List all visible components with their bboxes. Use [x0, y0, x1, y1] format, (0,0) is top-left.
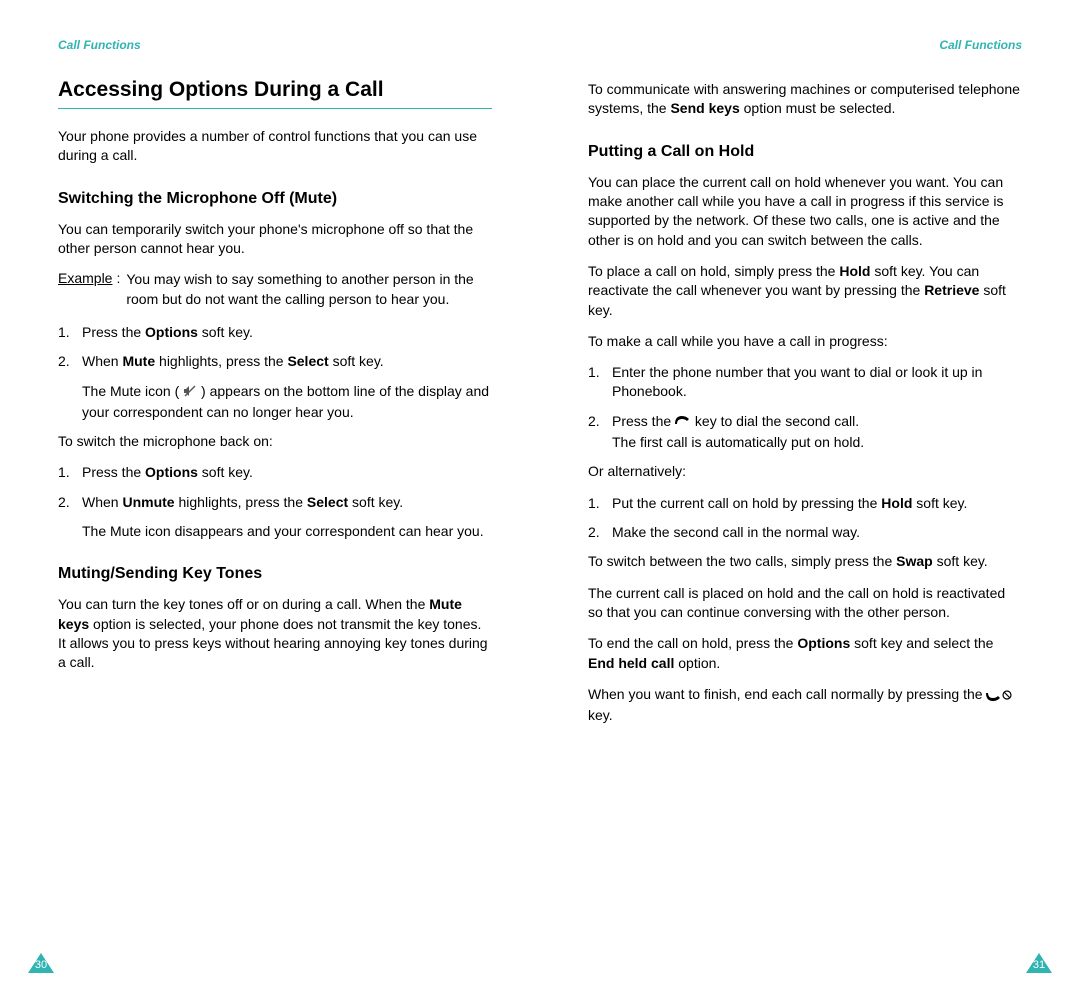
- intro-text: Your phone provides a number of control …: [58, 127, 492, 166]
- swap-result: The current call is placed on hold and t…: [588, 584, 1022, 623]
- list-item: Press the Options soft key.: [58, 463, 492, 482]
- example-text: You may wish to say something to another…: [126, 270, 492, 309]
- page-left: Call Functions Accessing Options During …: [0, 0, 540, 991]
- end-all-instruction: When you want to finish, end each call n…: [588, 685, 1022, 726]
- alternative-label: Or alternatively:: [588, 462, 1022, 481]
- list-item: Press the Options soft key.: [58, 323, 492, 342]
- hold-description: You can place the current call on hold w…: [588, 173, 1022, 250]
- page-title: Accessing Options During a Call: [58, 78, 492, 109]
- example-block: Example: You may wish to say something t…: [58, 270, 492, 309]
- mute-icon: [183, 384, 197, 403]
- list-item: Make the second call in the normal way.: [588, 523, 1022, 542]
- running-header-left: Call Functions: [58, 38, 492, 52]
- page-number-right: 31: [1026, 959, 1052, 971]
- running-header-right: Call Functions: [588, 38, 1022, 52]
- call-key-icon: [675, 414, 691, 433]
- mute-off-intro: To switch the microphone back on:: [58, 432, 492, 451]
- mute-on-steps: Press the Options soft key. When Mute hi…: [58, 323, 492, 422]
- list-item: Put the current call on hold by pressing…: [588, 494, 1022, 513]
- end-held-instruction: To end the call on hold, press the Optio…: [588, 634, 1022, 673]
- end-key-icon: [986, 687, 1012, 706]
- example-label: Example: [58, 270, 116, 309]
- list-item: Enter the phone number that you want to …: [588, 363, 1022, 402]
- section-keytones-title: Muting/Sending Key Tones: [58, 565, 492, 583]
- keytones-description: You can turn the key tones off or on dur…: [58, 595, 492, 672]
- page-number-left: 30: [28, 959, 54, 971]
- second-call-intro: To make a call while you have a call in …: [588, 332, 1022, 351]
- alternative-steps: Put the current call on hold by pressing…: [588, 494, 1022, 543]
- hold-instruction: To place a call on hold, simply press th…: [588, 262, 1022, 320]
- list-item: When Mute highlights, press the Select s…: [58, 352, 492, 422]
- page-right: Call Functions To communicate with answe…: [540, 0, 1080, 991]
- section-mute-title: Switching the Microphone Off (Mute): [58, 190, 492, 208]
- mute-description: You can temporarily switch your phone's …: [58, 220, 492, 259]
- mute-icon-note: The Mute icon ( ) appears on the bottom …: [82, 382, 492, 423]
- list-item: When Unmute highlights, press the Select…: [58, 493, 492, 542]
- mute-off-steps: Press the Options soft key. When Unmute …: [58, 463, 492, 541]
- swap-instruction: To switch between the two calls, simply …: [588, 552, 1022, 571]
- list-item: Press the key to dial the second call. T…: [588, 412, 1022, 453]
- sendkeys-note: To communicate with answering machines o…: [588, 80, 1022, 119]
- second-call-steps: Enter the phone number that you want to …: [588, 363, 1022, 452]
- section-hold-title: Putting a Call on Hold: [588, 143, 1022, 161]
